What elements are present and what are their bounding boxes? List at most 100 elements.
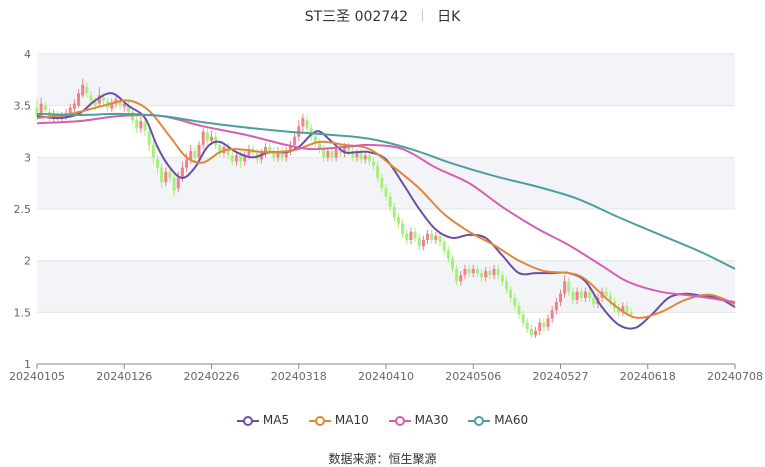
candle-body-132 (583, 291, 587, 298)
candle-body-104 (467, 268, 471, 274)
candle-body-129 (571, 291, 575, 300)
y-tick-label-4: 3 (24, 151, 31, 164)
candle-body-131 (579, 291, 583, 298)
candle-64 (301, 113, 305, 133)
candle-body-101 (455, 268, 459, 282)
candle-body-115 (513, 297, 517, 307)
candle-body-123 (546, 318, 550, 327)
candle-body-87 (396, 217, 400, 224)
candle-body-118 (525, 322, 529, 329)
candle-119 (529, 324, 533, 339)
candle-body-93 (421, 240, 425, 247)
candle-95 (430, 229, 434, 245)
candle-98 (442, 237, 446, 255)
candle-92 (417, 233, 421, 251)
legend-ma5[interactable]: MA5 (236, 413, 290, 427)
candle-118 (525, 318, 529, 333)
candle-body-24 (135, 120, 139, 129)
candle-body-112 (500, 275, 504, 282)
candle-body-133 (588, 291, 592, 298)
candle-body-36 (185, 159, 189, 168)
candle-body-92 (417, 237, 421, 247)
x-tick-label-6: 20240527 (533, 370, 589, 383)
candle-body-70 (326, 151, 330, 158)
candle-body-2 (43, 105, 47, 110)
candle-body-130 (575, 291, 579, 300)
y-tick-label-2: 2 (24, 255, 31, 268)
candle-body-110 (492, 268, 496, 276)
candle-body-77 (355, 153, 359, 158)
candle-body-71 (330, 151, 334, 158)
candle-65 (305, 116, 309, 133)
legend-ma10-label: MA10 (334, 413, 369, 427)
candle-body-84 (384, 188, 388, 197)
candle-body-25 (139, 121, 143, 129)
candle-body-113 (504, 281, 508, 290)
legend-ma5-label: MA5 (262, 413, 290, 427)
candle-body-32 (168, 171, 172, 178)
candle-body-33 (172, 178, 176, 191)
x-axis: 20240105 20240126 20240226 20240318 20240410… (9, 363, 763, 383)
candle-body-56 (268, 147, 272, 152)
candle-89 (405, 229, 409, 245)
candle-body-9 (72, 103, 76, 109)
candle-body-108 (484, 271, 488, 278)
legend-ma60[interactable]: MA60 (468, 413, 528, 427)
x-tick-label-3: 20240318 (271, 370, 327, 383)
candle-body-80 (367, 155, 371, 162)
candle-body-100 (450, 258, 454, 269)
candle-122 (542, 318, 546, 331)
candle-body-89 (405, 233, 409, 240)
candle-93 (421, 235, 425, 251)
y-tick-label-3: 2.5 (14, 203, 32, 216)
candle-96 (434, 231, 438, 245)
candle-body-127 (563, 281, 567, 294)
candle-body-40 (201, 131, 205, 145)
band-3 (37, 157, 735, 209)
candle-body-49 (239, 155, 243, 162)
candle-44 (218, 140, 222, 158)
legend-ma60-label: MA60 (494, 413, 529, 427)
candle-88 (401, 219, 405, 238)
candle-body-26 (143, 122, 147, 131)
candle-body-119 (529, 328, 533, 336)
candle-body-114 (509, 289, 513, 298)
candle-body-121 (538, 322, 542, 331)
x-tick-label-2: 20240226 (184, 370, 240, 383)
source-name: 恒生聚源 (388, 452, 437, 466)
candle-body-39 (197, 144, 201, 158)
candle-body-97 (438, 235, 442, 243)
candle-123 (546, 314, 550, 331)
legend-ma10[interactable]: MA10 (308, 413, 369, 427)
candle-body-35 (180, 167, 184, 178)
y-axis: 11.522.533.54 (14, 48, 32, 371)
candle-body-37 (189, 151, 193, 160)
candle-body-1 (39, 103, 43, 114)
legend-ma60-marker (468, 416, 491, 426)
candle-body-65 (305, 120, 309, 129)
legend-ma30-marker (388, 416, 411, 426)
candle-body-105 (471, 268, 475, 274)
legend-ma30[interactable]: MA30 (388, 413, 448, 427)
candle-body-86 (392, 206, 396, 218)
candle-body-94 (426, 233, 430, 240)
chart-bands (37, 54, 735, 313)
candle-body-34 (176, 178, 180, 189)
candle-body-11 (81, 85, 85, 96)
candle-body-137 (604, 291, 608, 296)
candle-body-12 (85, 87, 89, 94)
candle-body-126 (559, 293, 562, 302)
candle-body-42 (210, 136, 213, 141)
candle-body-88 (401, 223, 405, 234)
candle-body-31 (164, 171, 168, 183)
candle-55 (264, 142, 268, 158)
candle-body-29 (155, 159, 159, 168)
candle-94 (426, 229, 430, 245)
candle-body-95 (430, 233, 434, 240)
candle-body-117 (521, 314, 525, 323)
candle-body-96 (434, 235, 438, 240)
data-source: 数据来源：恒生聚源 (0, 450, 765, 467)
x-tick-label-1: 20240126 (96, 370, 152, 383)
candlestick-chart: 11.522.533.54 20240105 20240126 20240226 20… (9, 48, 763, 383)
candle-body-27 (147, 131, 151, 145)
